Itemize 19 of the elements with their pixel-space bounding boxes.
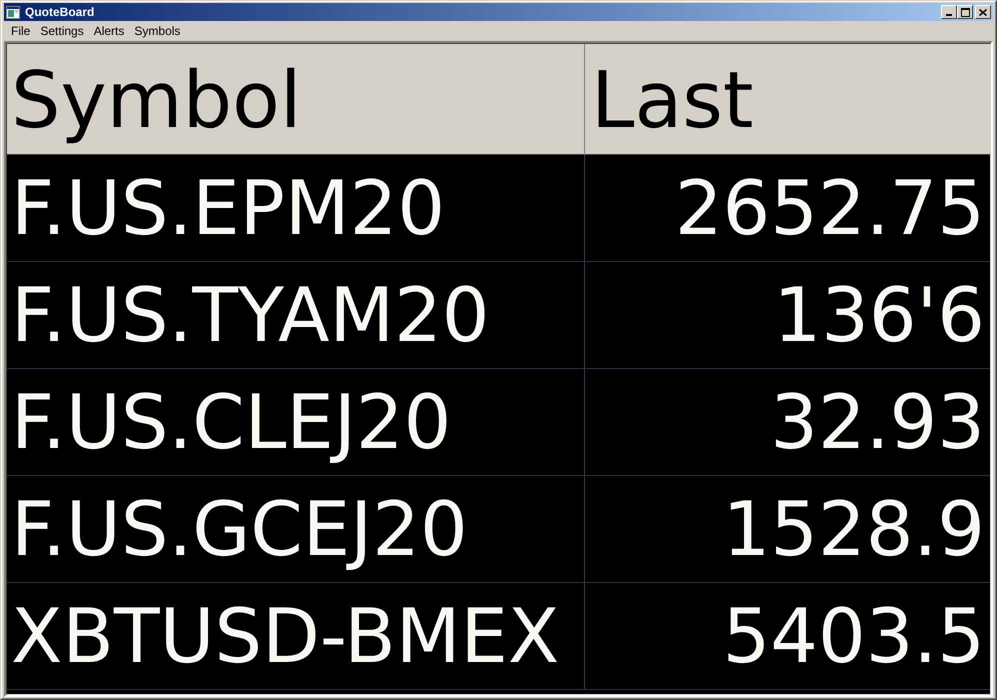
menu-item[interactable]: Alerts bbox=[88, 23, 130, 39]
close-button[interactable] bbox=[975, 5, 991, 19]
column-header[interactable]: Last bbox=[585, 44, 990, 155]
menu-item[interactable]: Settings bbox=[35, 23, 89, 39]
close-icon bbox=[979, 8, 987, 16]
column-header[interactable]: Symbol bbox=[7, 44, 585, 155]
table-cell: F.US.CLEJ20 bbox=[7, 369, 585, 476]
window-title: QuoteBoard bbox=[25, 6, 94, 18]
menu-item[interactable]: File bbox=[6, 23, 36, 39]
table-cell: XBTUSD-BMEX bbox=[7, 583, 585, 690]
app-icon bbox=[6, 6, 20, 18]
table-cell: F.US.EPM20 bbox=[7, 155, 585, 262]
maximize-button[interactable] bbox=[957, 5, 973, 19]
minimize-button[interactable] bbox=[941, 5, 957, 19]
table-cell: F.US.TYAM20 bbox=[7, 262, 585, 369]
maximize-icon bbox=[960, 8, 970, 16]
minimize-icon bbox=[946, 14, 952, 16]
table-cell: F.US.GCEJ20 bbox=[7, 476, 585, 583]
menu-item[interactable]: Symbols bbox=[129, 23, 186, 39]
